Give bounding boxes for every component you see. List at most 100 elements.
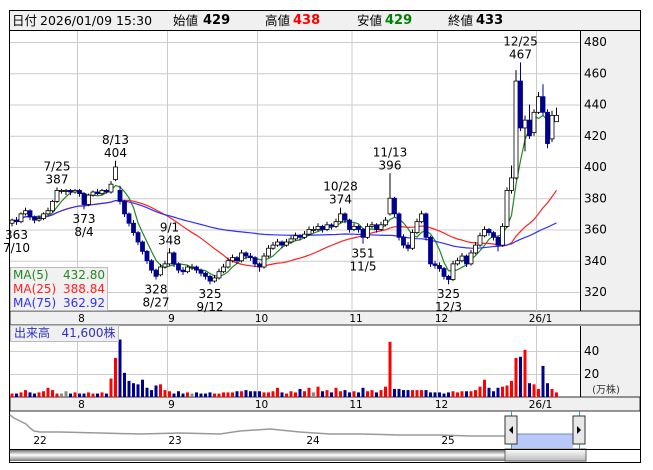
candle-body bbox=[225, 260, 231, 268]
candle-body bbox=[113, 166, 118, 180]
close-label: 終値 bbox=[448, 13, 474, 28]
candle-body bbox=[144, 250, 150, 262]
annotation-value: 348 bbox=[158, 233, 181, 247]
ma5-value: 432.80 bbox=[63, 268, 105, 282]
annotation-date: 12/25 bbox=[503, 34, 538, 48]
candle-body bbox=[158, 266, 163, 276]
volume-bar bbox=[100, 392, 104, 397]
candle-body bbox=[356, 225, 361, 230]
volume-bar bbox=[154, 385, 158, 397]
volume-bar bbox=[411, 390, 414, 397]
candle-body bbox=[140, 241, 145, 252]
volume-bar bbox=[141, 379, 144, 397]
volume-bar bbox=[285, 393, 288, 397]
volume-bar bbox=[321, 391, 324, 397]
annotation-value: 363 bbox=[5, 228, 28, 242]
candle-body bbox=[545, 111, 550, 144]
ma75-label: MA(75) bbox=[13, 296, 57, 310]
volume-bar bbox=[109, 378, 113, 397]
volume-bar bbox=[348, 392, 351, 397]
candle-body bbox=[32, 216, 37, 221]
volume-bar bbox=[532, 384, 536, 397]
candle-body bbox=[347, 219, 352, 230]
volume-bar bbox=[258, 391, 261, 397]
month-tick-label: 10 bbox=[255, 399, 268, 411]
annotation-value: 325 bbox=[437, 287, 460, 301]
volume-bar bbox=[60, 393, 63, 397]
volume-bar bbox=[231, 392, 234, 397]
scrollbar-thumb[interactable] bbox=[504, 448, 587, 462]
candle-body bbox=[86, 194, 91, 205]
volume-bar bbox=[240, 391, 243, 397]
price-tick-label: 340 bbox=[584, 254, 607, 268]
volume-bar bbox=[438, 392, 441, 397]
volume-tick-label: 40 bbox=[584, 344, 599, 358]
volume-bar bbox=[159, 384, 162, 397]
volume-bar bbox=[388, 341, 392, 397]
candle-body bbox=[189, 266, 195, 269]
candle-body bbox=[423, 213, 429, 238]
candle-body bbox=[414, 221, 420, 234]
volume-bar bbox=[550, 388, 554, 397]
candle-body bbox=[549, 115, 555, 140]
ma75-value: 362.92 bbox=[63, 296, 105, 310]
volume-bar bbox=[69, 393, 72, 397]
candle-body bbox=[491, 232, 496, 238]
navigator-selected-range[interactable] bbox=[511, 434, 573, 448]
volume-bar bbox=[298, 388, 302, 397]
volume-bar bbox=[528, 383, 531, 397]
candle-body bbox=[54, 190, 60, 202]
volume-bar bbox=[172, 393, 176, 397]
candle-body bbox=[527, 119, 532, 137]
candle-body bbox=[212, 277, 217, 282]
volume-bar bbox=[357, 392, 360, 397]
scrollbar-track[interactable] bbox=[10, 449, 505, 461]
candle-body bbox=[401, 236, 406, 246]
volume-bar bbox=[478, 386, 482, 397]
candle-body bbox=[248, 255, 253, 259]
volume-bar bbox=[78, 393, 81, 397]
price-tick-label: 400 bbox=[584, 160, 607, 174]
open-label: 始値 bbox=[173, 13, 199, 28]
close-value: 433 bbox=[476, 13, 504, 28]
candle-body bbox=[365, 225, 370, 238]
candle-body bbox=[99, 190, 105, 194]
candle-body bbox=[68, 190, 73, 193]
datetime-value: 2026/01/09 15:30 bbox=[40, 13, 153, 28]
volume-bar bbox=[28, 392, 32, 397]
volume-bar bbox=[136, 384, 140, 397]
candle-body bbox=[162, 263, 168, 268]
volume-bar bbox=[150, 390, 153, 397]
candle-body bbox=[288, 238, 294, 243]
volume-bar bbox=[190, 393, 194, 397]
candle-body bbox=[198, 269, 204, 274]
month-tick-label: 12 bbox=[435, 399, 448, 411]
high-label: 高値 bbox=[265, 13, 291, 28]
ma25-value: 388.84 bbox=[63, 282, 105, 296]
volume-bar bbox=[330, 392, 333, 397]
candle-body bbox=[23, 210, 28, 215]
volume-legend: 出来高 41,600株 bbox=[10, 325, 120, 342]
volume-bar bbox=[397, 388, 401, 397]
volume-bar bbox=[91, 393, 95, 397]
volume-bar bbox=[37, 392, 41, 397]
candle-body bbox=[9, 219, 15, 224]
candle-body bbox=[180, 269, 186, 273]
chart-canvas[interactable]: 480 460 440 420 400 380 360 340 320 40 20 (万株) 8 8 9 9 1… bbox=[0, 0, 653, 470]
volume-bar bbox=[487, 387, 491, 397]
candle-body bbox=[243, 252, 249, 257]
volume-bar bbox=[442, 393, 446, 397]
candle-body bbox=[468, 252, 474, 265]
annotation-value: 351 bbox=[352, 247, 375, 261]
candle-body bbox=[221, 266, 226, 273]
candle-body bbox=[27, 210, 33, 218]
annotation-date: 8/13 bbox=[102, 133, 129, 147]
volume-bar bbox=[483, 379, 486, 397]
volume-bar bbox=[420, 390, 423, 397]
low-label: 安値 bbox=[357, 13, 383, 28]
volume-bar bbox=[96, 393, 99, 397]
candle-body bbox=[486, 229, 492, 234]
candle-body bbox=[153, 269, 159, 277]
volume-bar bbox=[195, 392, 198, 397]
volume-bar bbox=[217, 393, 221, 397]
